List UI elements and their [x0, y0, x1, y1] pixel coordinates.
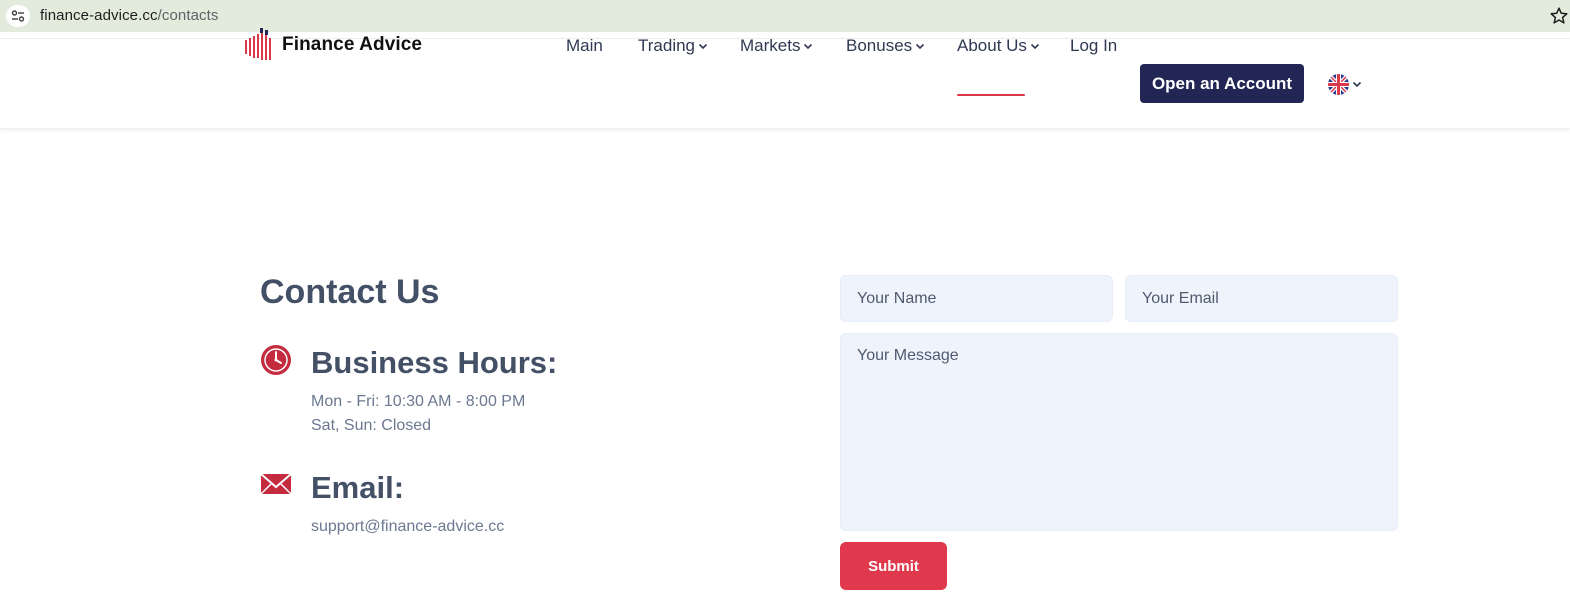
page-title: Contact Us: [260, 273, 440, 311]
open-account-button[interactable]: Open an Account: [1140, 64, 1304, 103]
active-nav-underline: [957, 94, 1025, 96]
envelope-icon: [260, 473, 292, 495]
url-domain: finance-advice.cc: [40, 7, 158, 24]
nav-label: Log In: [1070, 36, 1118, 55]
message-field[interactable]: [840, 333, 1398, 531]
email-field[interactable]: [1125, 275, 1398, 322]
nav-label: Markets: [740, 36, 801, 55]
chevron-down-icon: [804, 43, 813, 50]
hours-line: Sat, Sun: Closed: [311, 417, 432, 434]
nav-item-bonuses[interactable]: Bonuses: [846, 34, 925, 58]
hours-line: Mon - Fri: 10:30 AM - 8:00 PM: [311, 393, 526, 410]
chevron-down-icon: [916, 43, 925, 50]
browser-address-bar[interactable]: finance-advice.cc/contacts: [0, 0, 1570, 32]
chevron-down-icon: [698, 43, 708, 50]
logo-text: Finance Advice: [282, 34, 423, 55]
email-heading: Email:: [311, 470, 405, 505]
nav-label: Trading: [638, 36, 696, 55]
nav-label: Bonuses: [846, 36, 913, 55]
logo[interactable]: Finance Advice: [244, 28, 422, 62]
url-text[interactable]: finance-advice.cc/contacts: [40, 7, 219, 24]
chevron-down-icon: [1030, 43, 1040, 50]
nav-item-trading[interactable]: Trading: [638, 34, 708, 58]
nav-item-log-in[interactable]: Log In: [1070, 34, 1117, 58]
nav-item-main[interactable]: Main: [566, 34, 603, 58]
tune-icon[interactable]: [6, 5, 30, 27]
star-icon[interactable]: [1549, 6, 1569, 26]
language-selector[interactable]: [1328, 73, 1362, 95]
name-field[interactable]: [840, 275, 1113, 322]
nav-item-about-us[interactable]: About Us: [957, 34, 1040, 58]
url-path: /contacts: [157, 7, 219, 24]
nav-label: Main: [566, 36, 603, 55]
uk-flag-icon: [1328, 73, 1349, 95]
clock-icon: [261, 345, 291, 375]
logo-bars-icon: [245, 28, 271, 60]
business-hours-heading: Business Hours:: [311, 345, 558, 380]
chevron-down-icon: [1352, 81, 1362, 88]
email-link[interactable]: support@finance-advice.cc: [311, 518, 504, 536]
nav-item-markets[interactable]: Markets: [740, 34, 813, 58]
nav-label: About Us: [957, 36, 1027, 55]
submit-button[interactable]: Submit: [840, 542, 947, 590]
